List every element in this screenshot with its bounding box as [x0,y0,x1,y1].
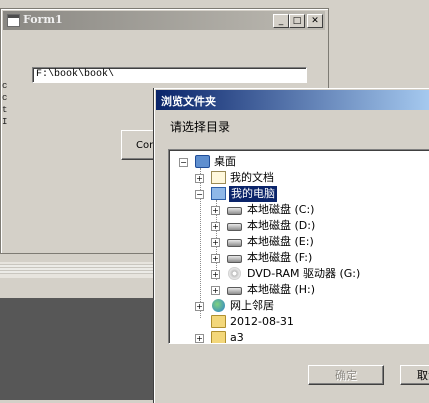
tree-node-my-computer[interactable]: − 我的电脑 [169,185,429,203]
tree-node-my-documents[interactable]: + 我的文档 [169,170,429,186]
tree-node-label: 桌面 [214,155,236,168]
hard-drive-icon [227,239,242,247]
expand-icon[interactable]: + [211,206,220,215]
my-documents-icon [211,171,226,184]
expand-icon[interactable]: + [195,302,204,311]
tree-node-label: 网上邻居 [230,299,274,312]
expand-icon[interactable]: + [211,222,220,231]
tree-node-drive-h[interactable]: + 本地磁盘 (H:) [169,282,429,298]
expand-icon[interactable]: + [211,286,220,295]
side-label-2: c [2,93,8,103]
expand-icon[interactable]: + [211,270,220,279]
tree-node-label: 本地磁盘 (D:) [247,219,316,232]
cancel-button[interactable]: 取消 [400,365,429,385]
folder-icon [211,315,226,328]
tree-node-label: 我的电脑 [228,185,278,203]
tree-node-label: DVD-RAM 驱动器 (G:) [247,267,361,280]
tree-node-label: 本地磁盘 (F:) [247,251,313,264]
minimize-button[interactable]: _ [273,14,289,28]
tree-node-label: 2012-08-31 [230,315,294,328]
tree-node-drive-e[interactable]: + 本地磁盘 (E:) [169,234,429,250]
collapse-icon[interactable]: − [195,190,204,199]
side-label-4: I [2,117,8,127]
hard-drive-icon [227,287,242,295]
expand-icon[interactable]: + [195,334,204,343]
dialog-title-bar[interactable]: 浏览文件夹 [156,90,429,110]
form1-title: Form1 [23,13,63,26]
expand-icon[interactable]: + [211,254,220,263]
tree-node-dvd-g[interactable]: + DVD-RAM 驱动器 (G:) [169,266,429,282]
tree-node-drive-d[interactable]: + 本地磁盘 (D:) [169,218,429,234]
expand-icon[interactable]: + [195,174,204,183]
form1-title-bar[interactable]: Form1 _ □ ✕ [3,11,325,30]
tree-node-network[interactable]: + 网上邻居 [169,298,429,314]
hard-drive-icon [227,207,242,215]
tree-node-label: 本地磁盘 (E:) [247,235,314,248]
tree-node-folder-a3[interactable]: + a3 [169,330,429,344]
tree-node-folder-2012-08-31[interactable]: 2012-08-31 [169,314,429,330]
close-button[interactable]: ✕ [307,14,323,28]
dvd-drive-icon [228,267,241,280]
tree-node-desktop[interactable]: − 桌面 [169,154,429,170]
folder-icon [211,331,226,343]
folder-tree[interactable]: − 桌面 + 我的文档 − 我的电脑 + 本地磁盘 (C:) + 本地磁盘 (D… [168,149,429,344]
tree-node-label: 我的文档 [230,171,274,184]
tree-node-drive-f[interactable]: + 本地磁盘 (F:) [169,250,429,266]
browse-folder-dialog: 浏览文件夹 请选择目录 − 桌面 + 我的文档 − 我的电脑 + 本地磁盘 (C… [154,88,429,403]
tree-node-label: 本地磁盘 (C:) [247,203,315,216]
collapse-icon[interactable]: − [179,158,188,167]
network-icon [212,299,225,312]
dialog-title: 浏览文件夹 [161,95,216,108]
my-computer-icon [211,187,226,200]
tree-node-label: a3 [230,331,244,344]
maximize-button[interactable]: □ [289,14,305,28]
hard-drive-icon [227,255,242,263]
expand-icon[interactable]: + [211,238,220,247]
path-input[interactable]: F:\book\book\ [32,67,307,83]
desktop-icon [195,155,210,168]
side-label-3: t [2,105,8,115]
ok-button[interactable]: 确定 [308,365,384,385]
dialog-prompt: 请选择目录 [170,120,231,134]
tree-node-label: 本地磁盘 (H:) [247,283,316,296]
form-app-icon [7,14,20,27]
tree-node-drive-c[interactable]: + 本地磁盘 (C:) [169,202,429,218]
side-label-1: c [2,81,8,91]
hard-drive-icon [227,223,242,231]
